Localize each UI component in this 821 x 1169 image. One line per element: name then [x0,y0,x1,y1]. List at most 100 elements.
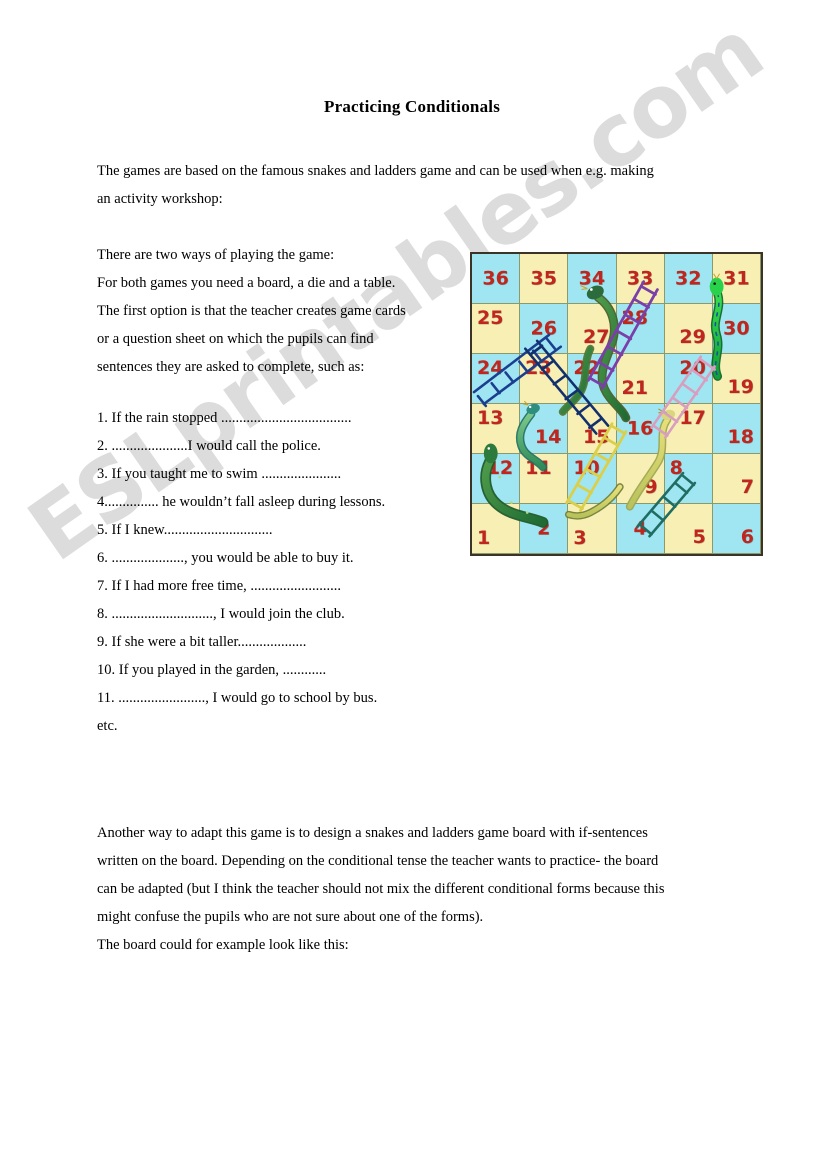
board-cell-24: 24 [472,354,521,404]
exercise-item-6: 7. If I had more free time, ............… [97,578,342,594]
board-cell-4: 4 [616,504,665,554]
board-cell-number: 11 [525,457,552,479]
board-cell-9: 9 [616,454,665,504]
exercise-item-10: 11. ........................, I would go… [97,690,378,706]
board-grid: 36 35 34 33 32 31 25 26 27 28 29 30 24 23 22 21 20 19 13 14… [472,254,761,554]
closing-line-4: The board could for example look like th… [97,937,349,953]
board-cell-23: 23 [520,354,569,404]
closing-line-2: can be adapted (but I think the teacher … [97,881,665,897]
exercise-item-1: 2. .....................I would call the… [97,438,321,454]
exercise-item-9: 10. If you played in the garden, .......… [97,662,327,678]
ways-line-2: The first option is that the teacher cre… [97,303,406,319]
board-cell-number: 30 [723,317,750,339]
board-cell-number: 23 [525,357,552,379]
board-cell-28: 28 [616,304,665,354]
closing-line-1: written on the board. Depending on the c… [97,853,659,869]
board-cell-number: 18 [727,426,754,448]
exercise-item-3: 4............... he wouldn’t fall asleep… [97,494,386,510]
board-cell-14: 14 [520,404,569,454]
exercise-item-5: 6. ...................., you would be ab… [97,550,354,566]
ways-paragraph: There are two ways of playing the game: F… [97,241,447,381]
board-cell-7: 7 [712,454,761,504]
board-cell-number: 15 [583,426,610,448]
board-cell-number: 24 [477,357,504,379]
exercise-item-2: 3. If you taught me to swim ............… [97,466,342,482]
board-cell-number: 28 [621,307,648,329]
board-cell-8: 8 [664,454,713,504]
ways-line-0: There are two ways of playing the game: [97,247,335,263]
board-cell-number: 13 [477,407,504,429]
snakes-and-ladders-board: 36 35 34 33 32 31 25 26 27 28 29 30 24 23 22 21 20 19 13 14… [470,252,763,556]
board-cell-25: 25 [472,304,521,354]
ways-line-1: For both games you need a board, a die a… [97,275,396,291]
board-cell-number: 33 [626,267,654,289]
intro-paragraph: The games are based on the famous snakes… [97,157,719,213]
exercise-item-11: etc. [97,718,118,734]
board-cell-32: 32 [664,254,713,304]
board-cell-26: 26 [520,304,569,354]
board-cell-number: 22 [573,357,600,379]
closing-line-0: Another way to adapt this game is to des… [97,825,648,841]
board-cell-number: 9 [644,476,658,498]
ways-line-4: sentences they are asked to complete, su… [97,359,365,375]
board-cell-number: 8 [669,457,683,479]
board-cell-31: 31 [712,254,761,304]
board-cell-number: 35 [530,267,557,289]
board-cell-6: 6 [712,504,761,554]
board-cell-22: 22 [568,354,617,404]
board-cell-16: 16 [616,404,665,454]
board-cell-number: 27 [583,326,610,348]
board-cell-35: 35 [520,254,569,304]
board-inner: 36 35 34 33 32 31 25 26 27 28 29 30 24 23 22 21 20 19 13 14… [472,254,761,554]
worksheet-page: ESLprintables.com Practicing Conditional… [0,0,821,1169]
exercise-item-7: 8. ............................, I would… [97,606,345,622]
intro-line-0: The games are based on the famous snakes… [97,163,654,179]
exercise-item-4: 5. If I knew............................… [97,522,273,538]
board-cell-30: 30 [712,304,761,354]
board-cell-number: 6 [740,526,754,548]
board-cell-2: 2 [520,504,569,554]
board-cell-1: 1 [472,504,521,554]
closing-line-3: might confuse the pupils who are not sur… [97,909,484,925]
page-title: Practicing Conditionals [323,97,501,116]
board-cell-36: 36 [472,254,521,304]
board-cell-20: 20 [664,354,713,404]
board-cell-number: 34 [578,267,606,289]
board-cell-19: 19 [712,354,761,404]
exercise-item-0: 1. If the rain stopped .................… [97,410,352,426]
board-cell-number: 31 [723,267,750,289]
board-cell-number: 12 [486,457,514,479]
board-cell-number: 2 [537,517,551,539]
board-cell-number: 16 [626,417,654,439]
board-cell-number: 7 [740,476,754,498]
board-cell-number: 10 [573,457,600,479]
board-cell-34: 34 [568,254,617,304]
board-cell-number: 19 [727,376,754,398]
board-cell-12: 12 [472,454,521,504]
board-cell-number: 21 [621,377,648,399]
board-cell-17: 17 [664,404,713,454]
board-cell-21: 21 [616,354,665,404]
board-cell-number: 3 [573,527,587,549]
board-cell-33: 33 [616,254,665,304]
board-cell-number: 17 [679,407,706,429]
board-cell-number: 20 [679,357,706,379]
board-cell-number: 36 [482,267,509,289]
board-cell-29: 29 [664,304,713,354]
board-cell-number: 4 [633,517,647,539]
board-cell-18: 18 [712,404,761,454]
exercise-list: 1. If the rain stopped .................… [97,404,457,740]
board-cell-number: 5 [692,526,706,548]
board-cell-number: 1 [477,527,491,549]
board-cell-13: 13 [472,404,521,454]
board-cell-3: 3 [568,504,617,554]
board-cell-number: 14 [534,426,562,448]
board-cell-number: 25 [477,307,504,329]
exercise-item-8: 9. If she were a bit taller.............… [97,634,307,650]
board-cell-11: 11 [520,454,569,504]
ways-line-3: or a question sheet on which the pupils … [97,331,374,347]
closing-paragraph: Another way to adapt this game is to des… [97,819,725,959]
intro-line-1: an activity workshop: [97,191,223,207]
board-cell-15: 15 [568,404,617,454]
board-cell-10: 10 [568,454,617,504]
